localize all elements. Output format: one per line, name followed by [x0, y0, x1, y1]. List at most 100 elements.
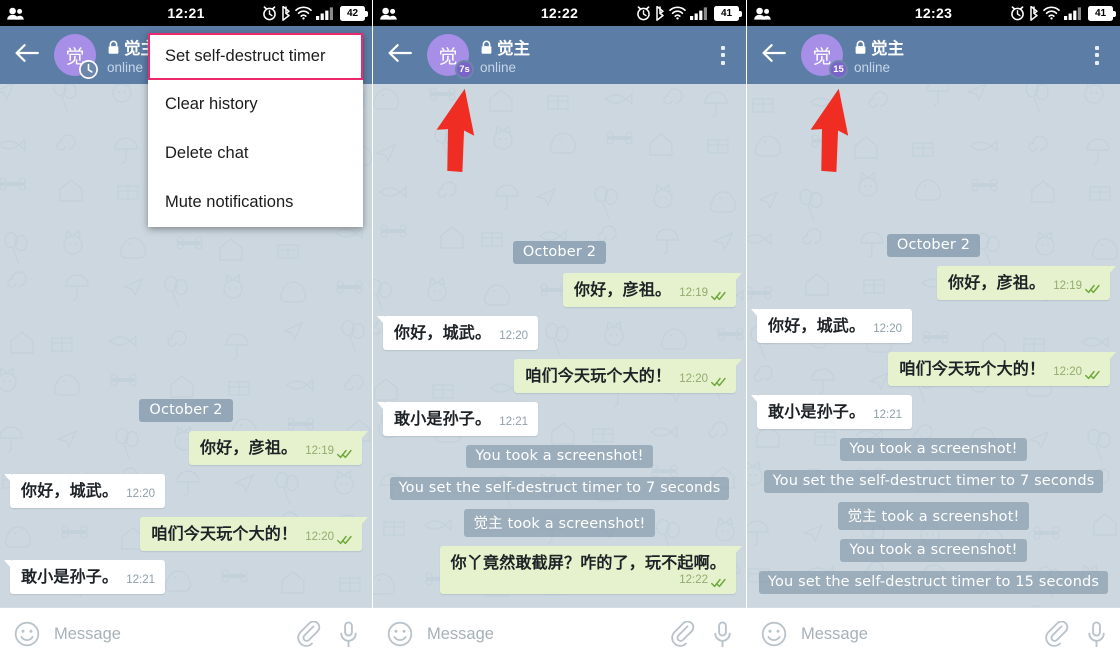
table-row: You took a screenshot! — [757, 438, 1110, 461]
message-text: 敢小是孙子。 — [21, 567, 119, 586]
overflow-menu-icon[interactable] — [712, 40, 734, 70]
read-receipt-icon — [1085, 367, 1100, 380]
message-bubble-outgoing[interactable]: 你丫竟然敢截屏？咋的了，玩不起啊。 12:22 — [439, 546, 743, 594]
phone-screen-3: 12:23 41 觉 15 觉主 online October 2 你好，彦祖。 12:19 你好… — [747, 0, 1120, 660]
paperclip-icon[interactable] — [1045, 620, 1069, 647]
microphone-icon[interactable] — [1087, 620, 1106, 648]
message-time: 12:21 — [126, 574, 155, 586]
message-time: 12:20 — [499, 330, 528, 342]
back-arrow-icon[interactable] — [14, 42, 40, 68]
message-text: 咱们今天玩个大的！ — [151, 524, 298, 543]
service-message: 觉主 took a screenshot! — [464, 509, 655, 537]
message-bubble-incoming[interactable]: 敢小是孙子。 12:21 — [751, 395, 912, 429]
message-text: 你好，城武。 — [21, 481, 119, 500]
message-time: 12:19 — [679, 287, 708, 299]
message-bubble-incoming[interactable]: 敢小是孙子。 12:21 — [4, 560, 165, 594]
table-row: 你好，城武。 12:20 — [4, 474, 362, 508]
menu-item-label: Set self-destruct timer — [165, 47, 326, 65]
menu-item-3[interactable]: Mute notifications — [148, 178, 363, 227]
message-time: 12:20 — [679, 373, 708, 385]
emoji-icon[interactable] — [387, 621, 413, 647]
chat-status-text: online — [480, 60, 517, 75]
paperclip-icon[interactable] — [297, 620, 321, 647]
avatar[interactable]: 觉 — [54, 34, 98, 79]
search-input message-input[interactable] — [54, 624, 283, 644]
read-receipt-icon — [711, 575, 726, 588]
message-text: 你好，彦祖。 — [200, 438, 298, 457]
lock-icon — [480, 40, 493, 55]
emoji-icon[interactable] — [14, 621, 40, 647]
table-row: 敢小是孙子。 12:21 — [377, 402, 736, 436]
table-row: October 2 — [383, 241, 736, 264]
message-bubble-incoming[interactable]: 你好，城武。 12:20 — [4, 474, 165, 508]
message-bubble-incoming[interactable]: 你好，城武。 12:20 — [751, 309, 912, 343]
avatar[interactable]: 觉 7s — [427, 34, 474, 79]
microphone-icon[interactable] — [339, 620, 358, 648]
battery-icon: 41 — [1088, 5, 1116, 21]
search-input message-input[interactable] — [801, 624, 1031, 644]
message-bubble-outgoing[interactable]: 你好，彦祖。 12:19 — [937, 266, 1116, 300]
avatar[interactable]: 觉 15 — [801, 34, 848, 79]
menu-item-label: Delete chat — [165, 144, 249, 162]
alarm-icon — [1010, 5, 1025, 21]
service-message: You set the self-destruct timer to 7 sec… — [389, 477, 730, 500]
lock-icon — [854, 40, 867, 55]
read-receipt-icon — [337, 446, 352, 459]
message-time: 12:20 — [873, 323, 902, 335]
menu-item-2[interactable]: Delete chat — [148, 129, 363, 178]
table-row: You set the self-destruct timer to 7 sec… — [757, 470, 1110, 493]
message-text: 敢小是孙子。 — [768, 402, 866, 421]
bluetooth-icon — [655, 5, 665, 21]
overflow-menu-icon[interactable] — [1086, 40, 1108, 70]
service-message: You took a screenshot! — [466, 445, 653, 468]
signal-icon — [1064, 6, 1084, 20]
table-row: 觉主 took a screenshot! — [383, 509, 736, 537]
date-separator: October 2 — [139, 399, 233, 422]
microphone-icon[interactable] — [713, 620, 732, 648]
table-row: 敢小是孙子。 12:21 — [751, 395, 1110, 429]
message-bubble-outgoing[interactable]: 咱们今天玩个大的！ 12:20 — [514, 359, 742, 393]
menu-item-0[interactable]: Set self-destruct timer — [148, 33, 363, 80]
table-row: You set the self-destruct timer to 15 se… — [757, 571, 1110, 594]
message-list: October 2 你好，彦祖。 12:19 你好，城武。 12:20 咱们今天玩个大的！… — [751, 234, 1116, 603]
message-text: 你好，彦祖。 — [574, 280, 672, 299]
read-receipt-icon — [711, 374, 726, 387]
message-text: 敢小是孙子。 — [394, 409, 492, 428]
table-row: You took a screenshot! — [383, 445, 736, 468]
menu-item-label: Clear history — [165, 95, 258, 113]
message-time: 12:20 — [126, 488, 155, 500]
message-bubble-incoming[interactable]: 敢小是孙子。 12:21 — [377, 402, 538, 436]
back-arrow-icon[interactable] — [387, 42, 413, 68]
message-time: 12:20 — [1053, 366, 1082, 378]
battery-level: 41 — [720, 7, 733, 19]
bluetooth-icon — [1029, 5, 1039, 21]
chat-title: 觉主 — [871, 39, 904, 58]
signal-icon — [690, 6, 710, 20]
paperclip-icon[interactable] — [671, 620, 695, 647]
overflow-dropdown-menu[interactable]: Set self-destruct timer Clear history Dele… — [148, 33, 363, 227]
avatar-self-destruct-badge[interactable]: 7s — [455, 60, 474, 79]
chat-header-titles[interactable]: 觉主 online — [480, 35, 712, 75]
avatar-self-destruct-badge[interactable]: 15 — [829, 60, 848, 79]
message-bubble-incoming[interactable]: 你好，城武。 12:20 — [377, 316, 538, 350]
message-bubble-outgoing[interactable]: 咱们今天玩个大的！ 12:20 — [888, 352, 1116, 386]
message-bubble-outgoing[interactable]: 你好，彦祖。 12:19 — [563, 273, 742, 307]
menu-item-1[interactable]: Clear history — [148, 80, 363, 129]
battery-level: 42 — [346, 7, 359, 19]
avatar-self-destruct-badge[interactable] — [76, 60, 101, 79]
table-row: 咱们今天玩个大的！ 12:20 — [757, 352, 1116, 386]
search-input message-input[interactable] — [427, 624, 657, 644]
message-bubble-outgoing[interactable]: 咱们今天玩个大的！ 12:20 — [140, 517, 368, 551]
chat-header-titles[interactable]: 觉主 online — [854, 35, 1086, 75]
menu-item-label: Mute notifications — [165, 193, 294, 211]
message-text: 咱们今天玩个大的！ — [525, 366, 672, 385]
emoji-icon[interactable] — [761, 621, 787, 647]
message-time: 12:19 — [1053, 280, 1082, 292]
read-receipt-icon — [337, 532, 352, 545]
message-bubble-outgoing[interactable]: 你好，彦祖。 12:19 — [189, 431, 368, 465]
table-row: 你好，彦祖。 12:19 — [757, 266, 1116, 300]
back-arrow-icon[interactable] — [761, 42, 787, 68]
service-message: You took a screenshot! — [840, 438, 1027, 461]
table-row: 咱们今天玩个大的！ 12:20 — [10, 517, 368, 551]
wifi-icon — [295, 6, 312, 20]
